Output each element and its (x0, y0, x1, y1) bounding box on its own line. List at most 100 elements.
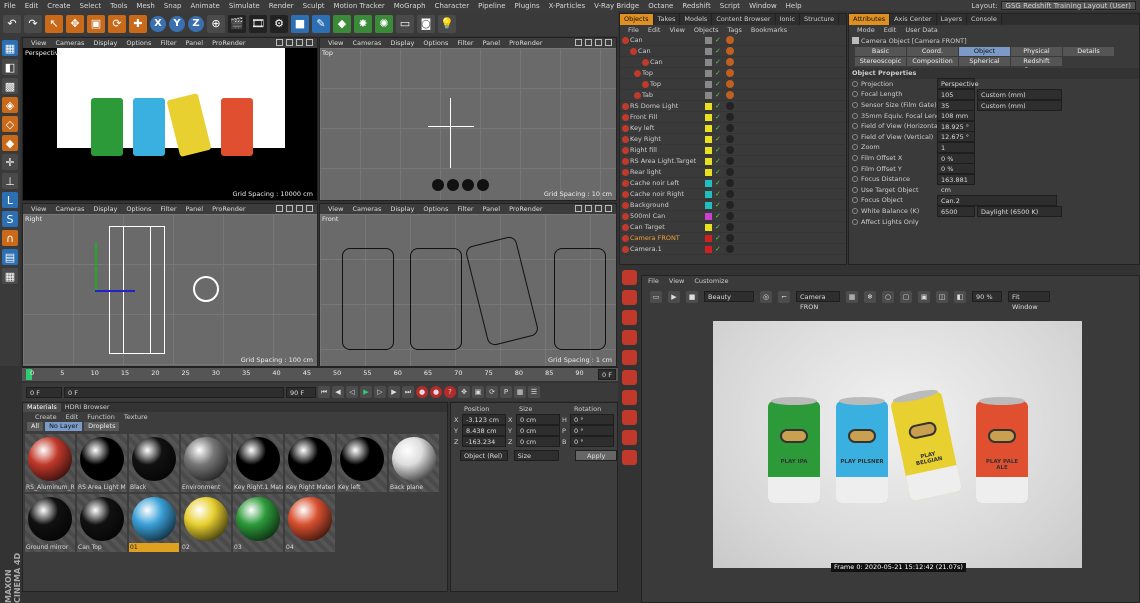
visibility-check-icon[interactable]: ✓ (715, 58, 721, 66)
attribute-preset-dropdown[interactable]: Daylight (6500 K) (977, 205, 1062, 217)
layout-dropdown[interactable]: GSG Redshift Training Layout (User) (1000, 1, 1136, 10)
menu-render[interactable]: Render (269, 2, 294, 10)
viewport-menu-filter[interactable]: Filter (457, 39, 473, 47)
filter-no-layer[interactable]: No Layer (45, 422, 83, 431)
circle-icon[interactable]: ○ (882, 290, 894, 303)
attribute-value-field[interactable]: Can.2 (937, 194, 1057, 206)
viewport-menu-options[interactable]: Options (126, 205, 151, 213)
object-name[interactable]: Key left (630, 124, 654, 132)
animate-dot-icon[interactable] (852, 165, 858, 172)
tab-console[interactable]: Console (967, 14, 1002, 25)
coord-rot-field[interactable]: 0 ° (570, 425, 614, 436)
viewport-menu-prorender[interactable]: ProRender (212, 39, 245, 47)
attribute-value-field[interactable]: 6500 (937, 205, 975, 217)
viewport-menu-panel[interactable]: Panel (483, 39, 501, 47)
attr-tab-spherical[interactable]: Spherical (959, 57, 1010, 66)
previous-key-icon[interactable]: ◀ (332, 386, 344, 398)
menu-window[interactable]: Window (749, 2, 777, 10)
render-settings-icon[interactable]: ⚙ (270, 14, 288, 33)
material-swatch[interactable]: Key left (337, 434, 387, 492)
cube-icon[interactable]: ■ (291, 14, 309, 33)
current-frame-field[interactable]: 0 F (64, 386, 284, 398)
menu-sculpt[interactable]: Sculpt (303, 2, 325, 10)
animate-dot-icon[interactable] (852, 123, 858, 130)
viewport-menu-prorender[interactable]: ProRender (212, 205, 245, 213)
object-name[interactable]: Cache noir Left (630, 179, 679, 187)
rs-ies-icon[interactable] (621, 350, 637, 365)
freeze-icon[interactable]: ❄ (864, 290, 876, 303)
menu-character[interactable]: Character (435, 2, 470, 10)
material-swatch[interactable]: Ground mirror (25, 494, 75, 552)
visibility-check-icon[interactable]: ✓ (715, 212, 721, 220)
animate-dot-icon[interactable] (852, 144, 858, 151)
coord-size-field[interactable]: 0 cm (516, 425, 560, 436)
tag-icon[interactable] (726, 168, 734, 176)
object-row[interactable]: Rear light ✓ (620, 167, 846, 178)
position-key-icon[interactable]: ✥ (458, 386, 470, 398)
scale-key-icon[interactable]: ▣ (472, 386, 484, 398)
animate-dot-icon[interactable] (852, 208, 858, 215)
snap-icon[interactable]: S (2, 211, 18, 227)
recent-tool-icon[interactable]: ✚ (129, 14, 147, 33)
layout-selector[interactable]: Layout: GSG Redshift Training Layout (Us… (971, 1, 1136, 10)
attribute-preset-dropdown[interactable]: Custom (mm) (977, 88, 1062, 100)
viewport-menu-view[interactable]: View (31, 205, 46, 213)
viewport-menu-filter[interactable]: Filter (160, 39, 176, 47)
tab-models[interactable]: Models (680, 14, 713, 25)
object-row[interactable]: Key left ✓ (620, 123, 846, 134)
object-row[interactable]: RS Area Light.Target ✓ (620, 156, 846, 167)
viewport-menu-display[interactable]: Display (93, 39, 117, 47)
grid-icon[interactable]: ▦ (2, 268, 18, 284)
object-menu-edit[interactable]: Edit (648, 25, 661, 35)
render-menu-file[interactable]: File (648, 276, 659, 287)
visibility-check-icon[interactable]: ✓ (715, 91, 721, 99)
menu-x-particles[interactable]: X-Particles (549, 2, 585, 10)
object-name[interactable]: Key Right (630, 135, 661, 143)
material-swatch[interactable]: Key Right.1 Mate (233, 434, 283, 492)
tag-icon[interactable] (726, 179, 734, 187)
object-name[interactable]: Can Target (630, 223, 665, 231)
material-swatch[interactable]: RS_Aluminum_R (25, 434, 75, 492)
viewport-menu-display[interactable]: Display (93, 205, 117, 213)
visibility-check-icon[interactable]: ✓ (715, 36, 721, 44)
viewport-menu-display[interactable]: Display (390, 205, 414, 213)
start-frame-field[interactable]: 0 F (26, 386, 62, 398)
object-row[interactable]: Key Right ✓ (620, 134, 846, 145)
attr-tab-object[interactable]: Object (959, 47, 1010, 56)
material-swatch[interactable]: 04 (285, 494, 335, 552)
move-icon[interactable]: ✥ (66, 14, 84, 33)
tag-icon[interactable] (726, 190, 734, 198)
attribute-value-field[interactable]: 105 (937, 88, 975, 100)
viewport-menu-cameras[interactable]: Cameras (55, 205, 84, 213)
visibility-check-icon[interactable]: ✓ (715, 80, 721, 88)
material-menu-create[interactable]: Create (35, 412, 57, 422)
tag-icon[interactable] (726, 245, 734, 253)
copy-icon[interactable]: ▢ (900, 290, 912, 303)
object-name[interactable]: Front Fill (630, 113, 657, 121)
material-menu-edit[interactable]: Edit (66, 412, 79, 422)
attribute-value-field[interactable]: Perspective (937, 78, 979, 90)
go-to-end-icon[interactable]: ⏭ (402, 386, 414, 398)
visibility-check-icon[interactable]: ✓ (715, 124, 721, 132)
visibility-check-icon[interactable]: ✓ (715, 135, 721, 143)
material-swatch[interactable]: Key Right Materi (285, 434, 335, 492)
animate-dot-icon[interactable] (852, 91, 858, 98)
material-swatch[interactable]: RS Area Light M (77, 434, 127, 492)
material-swatch[interactable]: Can Top (77, 494, 127, 552)
tab-hdri-browser[interactable]: HDRI Browser (61, 403, 114, 412)
object-row[interactable]: RS Dome Light ✓ (620, 101, 846, 112)
object-row[interactable]: Front Fill ✓ (620, 112, 846, 123)
tag-icon[interactable] (726, 91, 734, 99)
lock-workplane-icon[interactable]: ▤ (2, 249, 18, 265)
coord-size-field[interactable]: 0 cm (516, 436, 560, 447)
object-name[interactable]: Background (630, 201, 669, 209)
rs-proxy-icon[interactable] (621, 390, 637, 405)
menu-plugins[interactable]: Plugins (515, 2, 540, 10)
viewport-menu-prorender[interactable]: ProRender (509, 205, 542, 213)
render-start-icon[interactable]: ▶ (668, 290, 680, 303)
viewport-menu-options[interactable]: Options (126, 39, 151, 47)
coord-pos-field[interactable]: 8.438 cm (462, 425, 506, 436)
object-row[interactable]: Can ✓ (620, 35, 846, 46)
object-row[interactable]: Can ✓ (620, 57, 846, 68)
object-row[interactable]: Can ✓ (620, 46, 846, 57)
